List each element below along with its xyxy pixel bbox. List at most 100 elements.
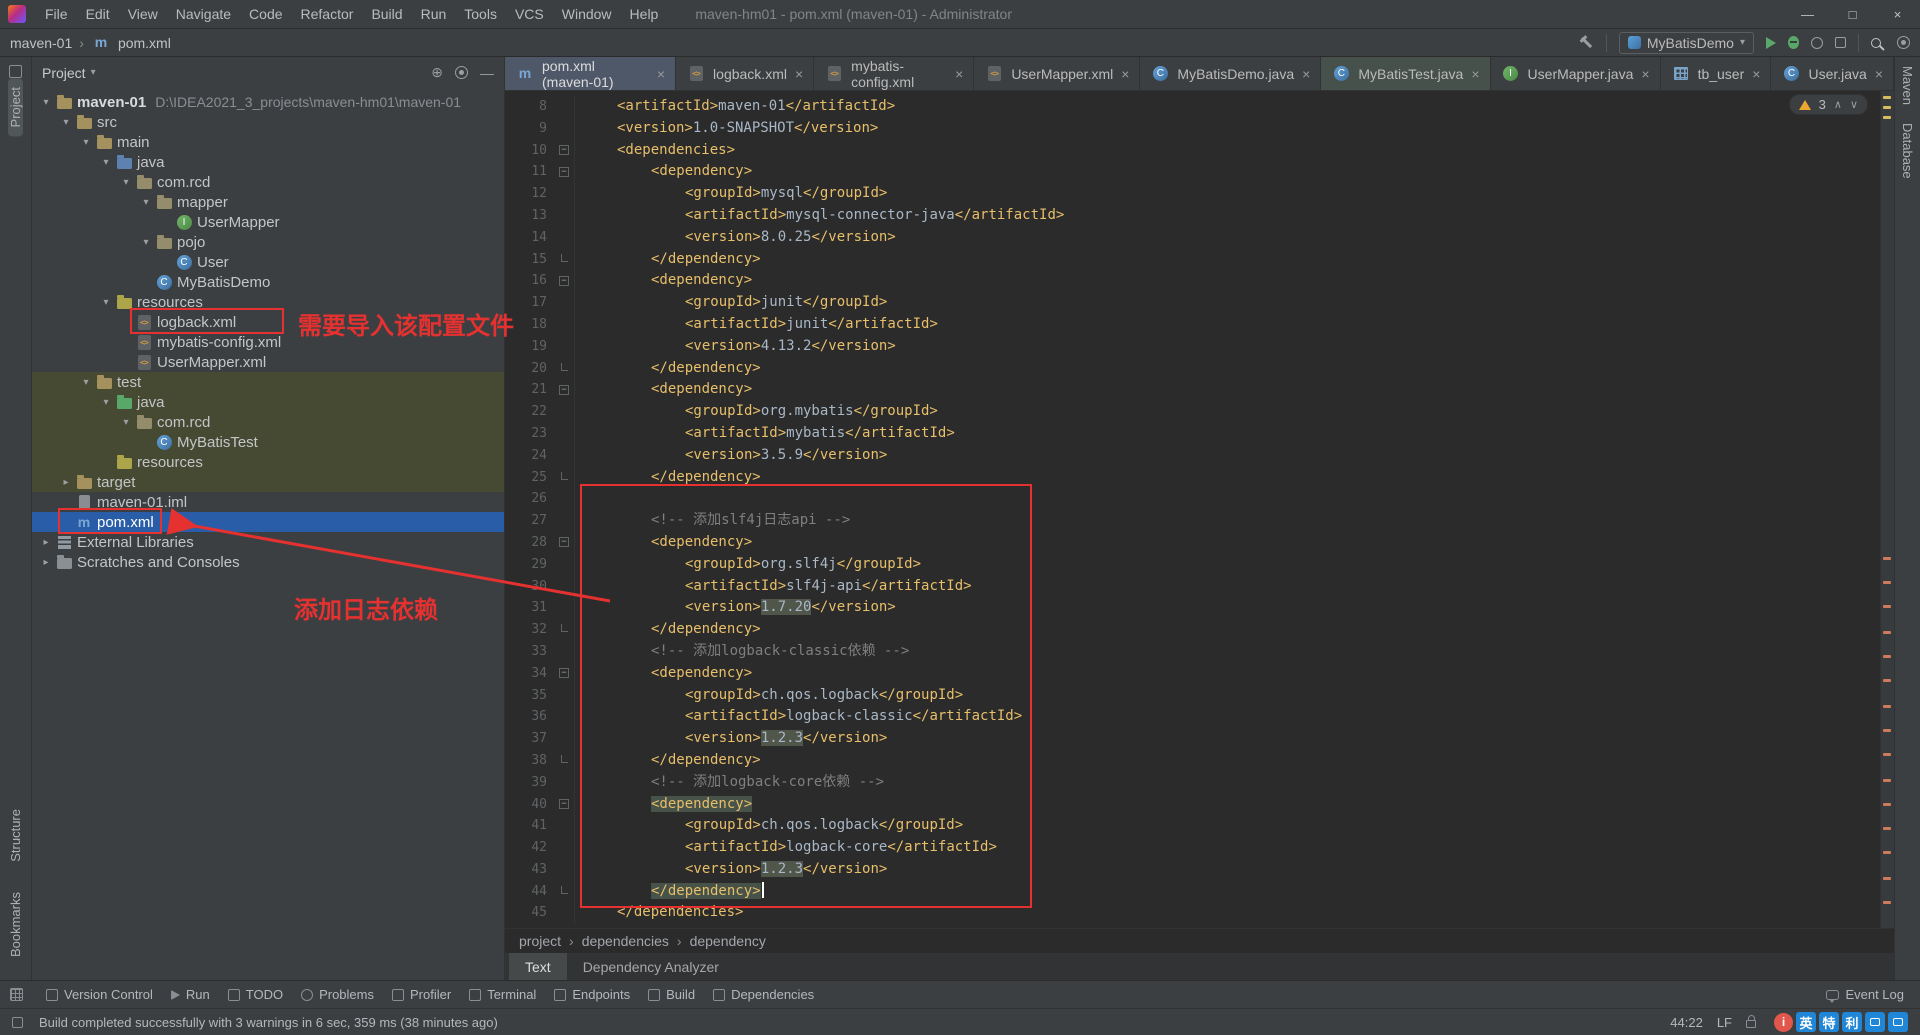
code-line-39[interactable]: 39 <!-- 添加logback-core依赖 --> xyxy=(505,771,1880,794)
code-line-30[interactable]: 30 <artifactId>slf4j-api</artifactId> xyxy=(505,575,1880,598)
search-everywhere-icon[interactable] xyxy=(1871,37,1881,48)
chevron-open-icon[interactable]: ▾ xyxy=(138,197,154,208)
stripe-mark-change[interactable] xyxy=(1883,679,1891,682)
code-line-34[interactable]: 34− <dependency> xyxy=(505,662,1880,685)
fold-toggle-icon[interactable]: − xyxy=(555,270,575,293)
stripe-mark-change[interactable] xyxy=(1883,827,1891,830)
fold-toggle-icon[interactable] xyxy=(555,357,575,380)
code-line-19[interactable]: 19 <version>4.13.2</version> xyxy=(505,335,1880,358)
code-line-28[interactable]: 28− <dependency> xyxy=(505,531,1880,554)
project-panel-title[interactable]: Project xyxy=(42,65,86,81)
close-tab-icon[interactable]: × xyxy=(1302,66,1310,82)
read-only-lock-icon[interactable] xyxy=(1746,1015,1756,1028)
hide-panel-icon[interactable]: — xyxy=(480,65,494,81)
stripe-mark-change[interactable] xyxy=(1883,605,1891,608)
code-line-45[interactable]: 45 </dependencies> xyxy=(505,902,1880,925)
code-line-11[interactable]: 11− <dependency> xyxy=(505,161,1880,184)
coverage-button[interactable] xyxy=(1811,36,1823,49)
editor-tab-mybatisdemo-java[interactable]: C MyBatisDemo.java × xyxy=(1140,57,1322,90)
close-tab-icon[interactable]: × xyxy=(955,66,963,82)
breadcrumb-project[interactable]: project xyxy=(519,933,561,949)
chevron-open-icon[interactable]: ▾ xyxy=(98,297,114,308)
code-line-9[interactable]: 9 <version>1.0-SNAPSHOT</version> xyxy=(505,117,1880,140)
chevron-open-icon[interactable]: ▾ xyxy=(78,137,94,148)
stripe-mark-change[interactable] xyxy=(1883,851,1891,854)
tree-item-usermapper-xml[interactable]: <> UserMapper.xml xyxy=(32,352,504,372)
code-line-21[interactable]: 21− <dependency> xyxy=(505,379,1880,402)
code-line-31[interactable]: 31 <version>1.7.20</version> xyxy=(505,597,1880,620)
editor-tab-mybatistest-java[interactable]: C MyBatisTest.java × xyxy=(1321,57,1491,90)
code-line-40[interactable]: 40− <dependency> xyxy=(505,793,1880,816)
code-line-13[interactable]: 13 <artifactId>mysql-connector-java</arti… xyxy=(505,204,1880,227)
chevron-closed-icon[interactable]: ▸ xyxy=(58,477,74,488)
tree-item-scratches-and-consoles[interactable]: ▸ Scratches and Consoles xyxy=(32,552,504,572)
tree-item-com-rcd[interactable]: ▾ com.rcd xyxy=(32,172,504,192)
chevron-open-icon[interactable]: ▾ xyxy=(118,177,134,188)
menu-navigate[interactable]: Navigate xyxy=(167,0,240,29)
close-tab-icon[interactable]: × xyxy=(657,66,665,82)
tree-item-logback-xml[interactable]: <> logback.xml xyxy=(32,312,504,332)
close-button[interactable]: × xyxy=(1875,0,1920,28)
stripe-button-structure[interactable]: Structure xyxy=(8,800,23,871)
fold-toggle-icon[interactable]: − xyxy=(555,662,575,685)
code-line-14[interactable]: 14 <version>8.0.25</version> xyxy=(505,226,1880,249)
tool-button-build[interactable]: Build xyxy=(639,981,704,1008)
chevron-open-icon[interactable]: ▾ xyxy=(78,377,94,388)
chevron-closed-icon[interactable]: ▸ xyxy=(38,557,54,568)
code-line-16[interactable]: 16− <dependency> xyxy=(505,270,1880,293)
code-line-42[interactable]: 42 <artifactId>logback-core</artifactId> xyxy=(505,837,1880,859)
tool-window-icon[interactable] xyxy=(9,65,22,78)
tool-button-dependencies[interactable]: Dependencies xyxy=(704,981,823,1008)
profiler-button[interactable] xyxy=(1835,37,1846,48)
code-line-18[interactable]: 18 <artifactId>junit</artifactId> xyxy=(505,313,1880,336)
tree-item-mybatis-config-xml[interactable]: <> mybatis-config.xml xyxy=(32,332,504,352)
stripe-mark-warning[interactable] xyxy=(1883,106,1891,109)
chevron-down-icon[interactable]: ▾ xyxy=(91,67,96,78)
code-line-41[interactable]: 41 <groupId>ch.qos.logback</groupId> xyxy=(505,815,1880,838)
stripe-mark-warning[interactable] xyxy=(1883,116,1891,119)
stripe-button-project[interactable]: Project xyxy=(8,78,23,137)
close-tab-icon[interactable]: × xyxy=(1875,66,1883,82)
code-line-25[interactable]: 25 </dependency> xyxy=(505,466,1880,489)
locate-file-icon[interactable]: ⊕ xyxy=(431,64,443,81)
inspections-widget[interactable]: 3 ∧ ∨ xyxy=(1788,94,1868,115)
fold-toggle-icon[interactable] xyxy=(555,466,575,489)
view-tab-dependency-analyzer[interactable]: Dependency Analyzer xyxy=(567,953,735,980)
breadcrumb-dependencies[interactable]: dependencies xyxy=(582,933,669,949)
fold-toggle-icon[interactable]: − xyxy=(555,379,575,402)
stripe-mark-change[interactable] xyxy=(1883,655,1891,658)
tree-item-external-libraries[interactable]: ▸ External Libraries xyxy=(32,532,504,552)
tree-item-mapper[interactable]: ▾ mapper xyxy=(32,192,504,212)
close-tab-icon[interactable]: × xyxy=(1641,66,1649,82)
close-tab-icon[interactable]: × xyxy=(795,66,803,82)
view-tab-text[interactable]: Text xyxy=(509,953,567,980)
menu-view[interactable]: View xyxy=(119,0,167,29)
fold-toggle-icon[interactable]: − xyxy=(555,793,575,816)
code-editor[interactable]: 8 <artifactId>maven-01</artifactId> 9 <vers… xyxy=(505,91,1880,928)
stripe-mark-change[interactable] xyxy=(1883,803,1891,806)
menu-vcs[interactable]: VCS xyxy=(506,0,553,29)
editor-tab-mybatis-config-xml[interactable]: <> mybatis-config.xml × xyxy=(814,57,975,90)
chevron-open-icon[interactable]: ▾ xyxy=(98,157,114,168)
run-configuration-selector[interactable]: MyBatisDemo ▾ xyxy=(1618,31,1754,54)
nav-crumb-file[interactable]: pom.xml xyxy=(118,35,171,51)
code-line-20[interactable]: 20 </dependency> xyxy=(505,357,1880,380)
tree-item-user[interactable]: C User xyxy=(32,252,504,272)
nav-crumb-project[interactable]: maven-01 xyxy=(10,35,72,51)
tree-item-mybatistest[interactable]: C MyBatisTest xyxy=(32,432,504,452)
tree-item-main[interactable]: ▾ main xyxy=(32,132,504,152)
prev-warning-icon[interactable]: ∧ xyxy=(1834,98,1842,111)
editor-tab-usermapper-java[interactable]: I UserMapper.java × xyxy=(1490,57,1661,90)
stripe-mark-change[interactable] xyxy=(1883,705,1891,708)
code-line-12[interactable]: 12 <groupId>mysql</groupId> xyxy=(505,183,1880,205)
tree-item-com-rcd[interactable]: ▾ com.rcd xyxy=(32,412,504,432)
tree-item-resources[interactable]: resources xyxy=(32,452,504,472)
stripe-mark-change[interactable] xyxy=(1883,779,1891,782)
code-line-22[interactable]: 22 <groupId>org.mybatis</groupId> xyxy=(505,401,1880,423)
code-line-23[interactable]: 23 <artifactId>mybatis</artifactId> xyxy=(505,422,1880,445)
code-line-26[interactable]: 26 xyxy=(505,488,1880,511)
tree-item-java[interactable]: ▾ java xyxy=(32,392,504,412)
fold-toggle-icon[interactable] xyxy=(555,619,575,641)
menu-tools[interactable]: Tools xyxy=(455,0,506,29)
code-line-44[interactable]: 44 </dependency> xyxy=(505,880,1880,903)
